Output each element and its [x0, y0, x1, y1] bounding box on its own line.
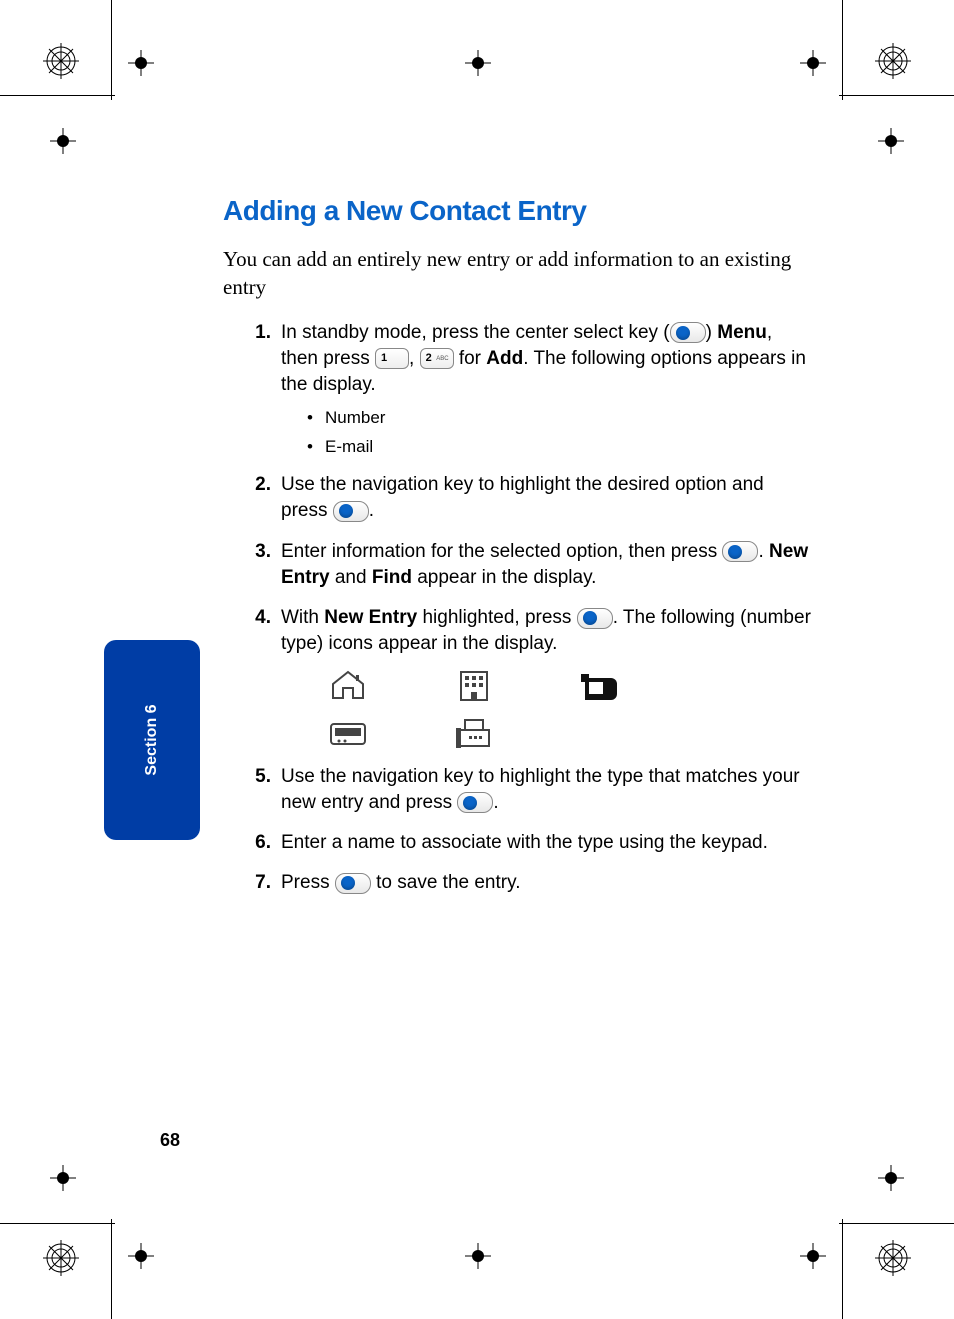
page-heading: Adding a New Contact Entry [223, 195, 813, 227]
registration-target-icon [875, 1240, 911, 1276]
step-number: 1. [241, 320, 271, 346]
section-tab-label: Section 6 [143, 704, 161, 775]
registration-target-icon [875, 43, 911, 79]
crop-mark [839, 95, 954, 96]
step-number: 7. [241, 870, 271, 896]
page-number: 68 [160, 1130, 180, 1151]
ok-key-icon: OK [670, 322, 706, 343]
crosshair-icon [878, 1165, 904, 1191]
crop-mark [0, 1223, 115, 1224]
crop-mark [111, 0, 112, 100]
crop-mark [842, 0, 843, 100]
ok-key-icon: OK [577, 608, 613, 629]
step-3: 3. Enter information for the selected op… [241, 539, 813, 591]
section-tab: Section 6 [104, 640, 200, 840]
home-type-icon [327, 668, 369, 702]
step-1: 1. In standby mode, press the center sel… [241, 320, 813, 459]
crosshair-icon [800, 50, 826, 76]
fax-type-icon [453, 716, 495, 750]
crosshair-icon [465, 50, 491, 76]
crosshair-icon [465, 1243, 491, 1269]
number-type-icons [327, 668, 813, 750]
ok-key-icon: OK [722, 541, 758, 562]
crop-mark [0, 95, 115, 96]
ok-key-icon: OK [333, 501, 369, 522]
crosshair-icon [50, 128, 76, 154]
step-number: 5. [241, 764, 271, 790]
step-4: 4. With New Entry highlighted, press OK.… [241, 605, 813, 749]
step-number: 4. [241, 605, 271, 631]
option-email: E-mail [307, 435, 813, 458]
step-number: 6. [241, 830, 271, 856]
crop-mark [111, 1219, 112, 1319]
intro-paragraph: You can add an entirely new entry or add… [223, 245, 813, 302]
step-number: 3. [241, 539, 271, 565]
step-7: 7. Press OK to save the entry. [241, 870, 813, 896]
registration-target-icon [43, 43, 79, 79]
steps-list: 1. In standby mode, press the center sel… [241, 320, 813, 897]
content-area: Adding a New Contact Entry You can add a… [223, 195, 813, 910]
crosshair-icon [800, 1243, 826, 1269]
crosshair-icon [50, 1165, 76, 1191]
crosshair-icon [128, 1243, 154, 1269]
option-number: Number [307, 406, 813, 429]
ok-key-icon: OK [457, 792, 493, 813]
registration-target-icon [43, 1240, 79, 1276]
key-2-icon: 2ABC [420, 348, 454, 369]
crosshair-icon [128, 50, 154, 76]
crop-mark [842, 1219, 843, 1319]
key-1-icon: 1 [375, 348, 409, 369]
step-1-options: Number E-mail [307, 406, 813, 458]
step-number: 2. [241, 472, 271, 498]
pager-type-icon [327, 716, 369, 750]
step-5: 5. Use the navigation key to highlight t… [241, 764, 813, 816]
mobile-type-icon [579, 668, 621, 702]
step-6: 6. Enter a name to associate with the ty… [241, 830, 813, 856]
ok-key-icon: OK [335, 873, 371, 894]
step-2: 2. Use the navigation key to highlight t… [241, 472, 813, 524]
office-type-icon [453, 668, 495, 702]
crosshair-icon [878, 128, 904, 154]
page: Section 6 Adding a New Contact Entry You… [0, 0, 954, 1319]
crop-mark [839, 1223, 954, 1224]
